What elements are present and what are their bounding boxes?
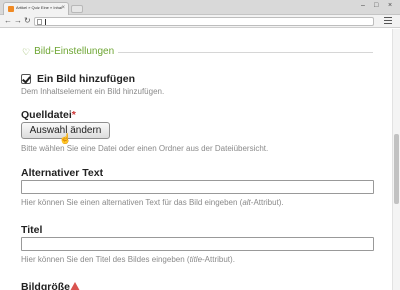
- alt-text-help-end: -Attribut).: [250, 198, 284, 207]
- add-image-checkbox[interactable]: [21, 74, 31, 84]
- add-image-row: Ein Bild hinzufügen: [21, 73, 135, 85]
- forward-icon[interactable]: →: [14, 16, 22, 26]
- browser-tabstrip: Artikel » Quiz Eine » Inhalt × – □ ×: [0, 0, 400, 15]
- reload-icon[interactable]: ↻: [24, 16, 31, 26]
- browser-tab[interactable]: Artikel » Quiz Eine » Inhalt ×: [3, 2, 69, 15]
- required-marker: *: [71, 109, 76, 121]
- title-label: Titel: [21, 224, 43, 236]
- maximize-icon[interactable]: □: [374, 1, 378, 11]
- title-attr-name: title: [189, 255, 203, 264]
- title-input[interactable]: [21, 237, 374, 251]
- alt-text-input[interactable]: [21, 180, 374, 194]
- source-file-help: Bitte wählen Sie eine Datei oder einen O…: [21, 144, 269, 153]
- back-icon[interactable]: ←: [4, 16, 12, 26]
- minimize-icon[interactable]: –: [361, 1, 365, 11]
- tab-close-icon[interactable]: ×: [61, 4, 65, 12]
- image-size-label: Bildgröße: [21, 281, 70, 290]
- add-image-help: Dem Inhaltselement ein Bild hinzufügen.: [21, 87, 165, 96]
- alt-text-help-start: Hier können Sie einen alternativen Text …: [21, 198, 243, 207]
- alt-text-help: Hier können Sie einen alternativen Text …: [21, 198, 284, 207]
- page-content: ♡ Bild-Einstellungen Ein Bild hinzufügen…: [0, 29, 392, 290]
- add-image-label[interactable]: Ein Bild hinzufügen: [37, 73, 135, 85]
- new-tab-button[interactable]: [71, 5, 83, 13]
- source-file-label: Quelldatei*: [21, 109, 76, 121]
- source-file-label-text: Quelldatei: [21, 109, 72, 121]
- browser-menu-icon[interactable]: [384, 17, 392, 26]
- text-caret: [45, 19, 46, 25]
- section-toggle-icon[interactable]: ♡: [22, 47, 30, 57]
- address-bar[interactable]: [34, 17, 374, 26]
- scrollbar-thumb[interactable]: [394, 134, 399, 204]
- site-favicon-icon: [8, 6, 14, 12]
- alt-attr-name: alt: [242, 198, 251, 207]
- vertical-scrollbar[interactable]: [392, 29, 400, 290]
- title-help-start: Hier können Sie den Titel des Bildes ein…: [21, 255, 190, 264]
- page-icon: [37, 19, 42, 25]
- close-window-icon[interactable]: ×: [388, 1, 392, 11]
- section-header[interactable]: ♡ Bild-Einstellungen: [22, 46, 114, 57]
- title-help: Hier können Sie den Titel des Bildes ein…: [21, 255, 235, 264]
- alt-text-label: Alternativer Text: [21, 167, 104, 179]
- section-divider: [118, 52, 373, 53]
- browser-toolbar: ← → ↻: [0, 15, 400, 28]
- tab-title: Artikel » Quiz Eine » Inhalt: [16, 5, 62, 10]
- section-title[interactable]: Bild-Einstellungen: [34, 46, 114, 57]
- title-help-end: -Attribut).: [202, 255, 235, 264]
- warning-icon: [70, 282, 80, 290]
